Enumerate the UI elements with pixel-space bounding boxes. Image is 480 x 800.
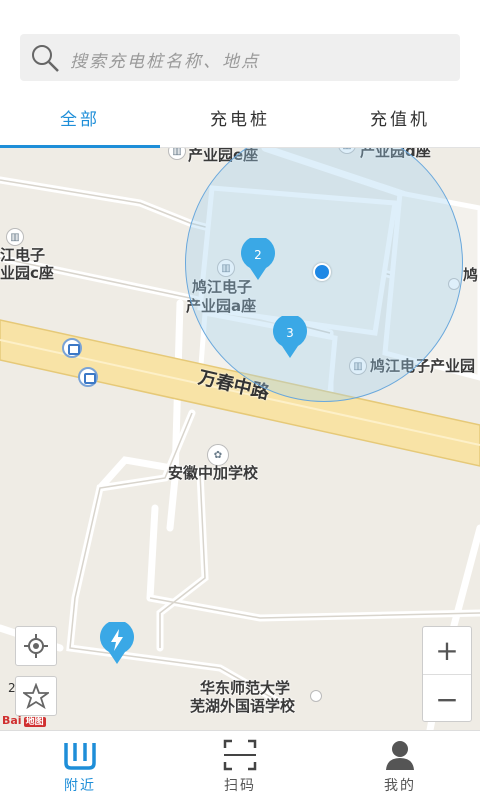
map-label-bottom-2: 芜湖外国语学校 xyxy=(190,697,296,715)
cluster-marker[interactable]: 3 xyxy=(272,314,308,360)
zoom-in-button[interactable]: + xyxy=(423,627,471,675)
user-icon xyxy=(386,741,414,770)
current-location-dot xyxy=(313,263,331,281)
nearby-icon xyxy=(64,743,96,770)
crosshair-icon xyxy=(24,634,48,658)
search-placeholder: 搜索充电桩名称、地点 xyxy=(70,52,260,72)
nav-scan[interactable]: 扫码 xyxy=(160,731,320,800)
favorite-button[interactable] xyxy=(15,676,57,716)
bus-stop-icon[interactable] xyxy=(62,338,82,358)
map-label-right-edge: 鸠 xyxy=(463,266,479,284)
nav-label-nearby: 附近 xyxy=(64,778,96,794)
tab-charging-pile[interactable]: 充电桩 xyxy=(160,98,320,147)
nav-label-profile: 我的 xyxy=(384,778,416,794)
brand-text: Bai xyxy=(2,714,22,727)
search-bar-area: 搜索充电桩名称、地点 xyxy=(0,0,480,98)
brand-suffix: 地图 xyxy=(23,717,46,727)
star-icon xyxy=(23,683,49,709)
search-input[interactable]: 搜索充电桩名称、地点 xyxy=(20,34,460,81)
map-view[interactable]: 产业园e座 ▥ 产业园d座 ▥ ▥ 江电子 业园c座 ▥ 鸠江电子 产业园a座 … xyxy=(0,148,480,730)
map-label-bottom-1: 华东师范大学 xyxy=(200,679,291,697)
filter-tabs: 全部 充电桩 充值机 xyxy=(0,98,480,148)
baidu-logo: Bai 地图 xyxy=(2,714,46,727)
cluster-count: 3 xyxy=(286,326,294,340)
lightning-icon xyxy=(100,620,134,664)
bottom-nav: 附近 扫码 我的 xyxy=(0,730,480,800)
nav-label-scan: 扫码 xyxy=(224,778,256,794)
nav-nearby[interactable]: 附近 xyxy=(0,731,160,800)
locate-button[interactable] xyxy=(15,626,57,666)
nav-profile[interactable]: 我的 xyxy=(320,731,480,800)
cluster-marker[interactable]: 2 xyxy=(240,236,276,282)
map-label-left-2: 业园c座 xyxy=(0,264,54,282)
app-root: 搜索充电桩名称、地点 全部 充电桩 充值机 产业园e座 ▥ 产业园d座 ▥ 江电… xyxy=(0,0,480,800)
poi-dot-icon xyxy=(310,690,322,702)
bus-stop-icon[interactable] xyxy=(78,367,98,387)
tab-recharge-machine[interactable]: 充值机 xyxy=(320,98,480,147)
zoom-control: + − xyxy=(422,626,472,722)
cluster-count: 2 xyxy=(254,248,262,262)
search-icon xyxy=(32,45,59,72)
school-icon: ✿ xyxy=(207,444,229,466)
map-label-left-1: 江电子 xyxy=(0,246,46,264)
zoom-out-button[interactable]: − xyxy=(423,675,471,723)
charging-station-marker[interactable] xyxy=(99,620,135,666)
building-icon: ▥ xyxy=(6,228,24,246)
scan-icon xyxy=(223,739,257,771)
tab-all[interactable]: 全部 xyxy=(0,98,160,148)
map-label-school: 安徽中加学校 xyxy=(168,464,259,482)
